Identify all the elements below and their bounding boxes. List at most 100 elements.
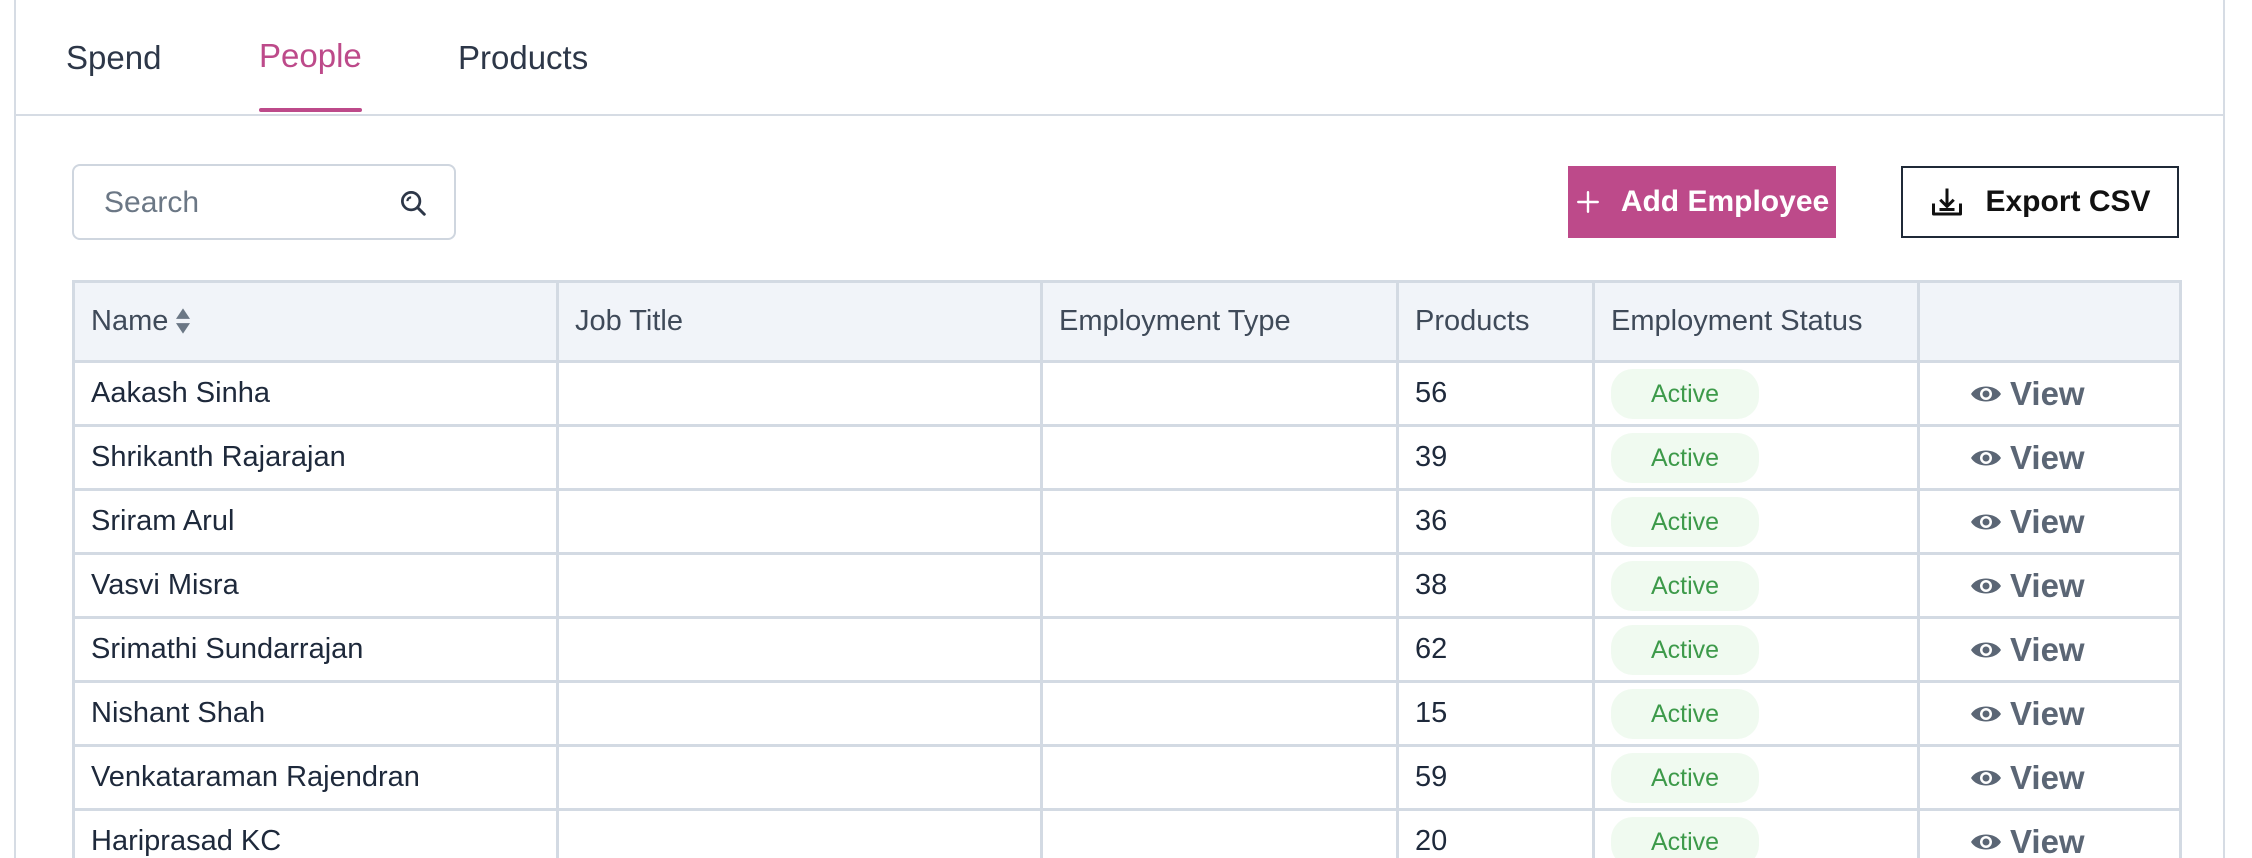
table-row: Shrikanth Rajarajan 39 Active View [72, 424, 2182, 491]
column-header-actions [1917, 280, 2182, 363]
table-row: Srimathi Sundarrajan 62 Active View [72, 616, 2182, 683]
cell-job-title [556, 616, 1043, 683]
eye-icon [1971, 578, 2001, 593]
cell-job-title [556, 744, 1043, 811]
view-button[interactable]: View [1970, 375, 2085, 413]
cell-employment-type [1040, 424, 1399, 491]
people-panel: Spend People Products Add Employee Expor… [14, 0, 2225, 858]
view-button[interactable]: View [1970, 439, 2085, 477]
cell-name: Nishant Shah [72, 680, 559, 747]
view-button[interactable]: View [1970, 631, 2085, 669]
status-badge: Active [1611, 688, 1760, 739]
cell-actions: View [1917, 488, 2182, 555]
view-button[interactable]: View [1970, 759, 2085, 797]
view-label: View [2010, 694, 2085, 732]
cell-job-title [556, 552, 1043, 619]
view-label: View [2010, 502, 2085, 540]
status-badge: Active [1611, 432, 1760, 483]
cell-employment-type [1040, 616, 1399, 683]
status-badge: Active [1611, 752, 1760, 803]
search-input[interactable] [104, 180, 394, 226]
table-row: Aakash Sinha 56 Active View [72, 360, 2182, 427]
status-badge: Active [1611, 816, 1760, 858]
table-row: Venkataraman Rajendran 59 Active View [72, 744, 2182, 811]
status-badge: Active [1611, 368, 1760, 419]
cell-employment-status: Active [1592, 808, 1920, 858]
view-button[interactable]: View [1970, 567, 2085, 605]
column-header-name[interactable]: Name [72, 280, 559, 363]
column-header-job-title: Job Title [556, 280, 1043, 363]
cell-employment-type [1040, 552, 1399, 619]
tab-products[interactable]: Products [458, 38, 588, 78]
cell-products: 62 [1396, 616, 1595, 683]
cell-employment-status: Active [1592, 616, 1920, 683]
search-icon[interactable] [398, 188, 428, 218]
add-employee-button[interactable]: Add Employee [1568, 166, 1836, 238]
cell-employment-status: Active [1592, 744, 1920, 811]
table-row: Sriram Arul 36 Active View [72, 488, 2182, 555]
sort-icon[interactable] [174, 307, 192, 335]
view-button[interactable]: View [1970, 823, 2085, 858]
people-table: Name Job Title Employment Type Products … [72, 280, 2182, 858]
cell-employment-type [1040, 808, 1399, 858]
table-header-row: Name Job Title Employment Type Products … [72, 280, 2182, 363]
export-csv-label: Export CSV [1985, 185, 2151, 218]
status-badge: Active [1611, 560, 1760, 611]
export-csv-button[interactable]: Export CSV [1901, 166, 2179, 238]
cell-employment-type [1040, 360, 1399, 427]
view-button[interactable]: View [1970, 695, 2085, 733]
eye-icon [1971, 642, 2001, 657]
download-icon [1932, 188, 1963, 216]
cell-job-title [556, 808, 1043, 858]
column-header-products: Products [1396, 280, 1595, 363]
cell-actions: View [1917, 360, 2182, 427]
tab-bar: Spend People Products [16, 0, 2223, 116]
cell-products: 39 [1396, 424, 1595, 491]
cell-actions: View [1917, 680, 2182, 747]
cell-job-title [556, 424, 1043, 491]
cell-employment-type [1040, 488, 1399, 555]
cell-name: Sriram Arul [72, 488, 559, 555]
tab-spend[interactable]: Spend [66, 38, 161, 78]
eye-icon [1971, 706, 2001, 721]
search-box [72, 164, 456, 240]
tab-people[interactable]: People [259, 36, 362, 112]
view-label: View [2010, 630, 2085, 668]
cell-products: 38 [1396, 552, 1595, 619]
cell-name: Vasvi Misra [72, 552, 559, 619]
column-header-employment-type: Employment Type [1040, 280, 1399, 363]
cell-job-title [556, 488, 1043, 555]
cell-actions: View [1917, 552, 2182, 619]
cell-employment-status: Active [1592, 680, 1920, 747]
cell-employment-type [1040, 680, 1399, 747]
cell-name: Venkataraman Rajendran [72, 744, 559, 811]
cell-products: 59 [1396, 744, 1595, 811]
status-badge: Active [1611, 496, 1760, 547]
eye-icon [1971, 386, 2001, 401]
cell-products: 20 [1396, 808, 1595, 858]
status-badge: Active [1611, 624, 1760, 675]
add-employee-label: Add Employee [1620, 185, 1830, 218]
cell-products: 56 [1396, 360, 1595, 427]
view-label: View [2010, 758, 2085, 796]
cell-actions: View [1917, 744, 2182, 811]
cell-actions: View [1917, 424, 2182, 491]
cell-employment-status: Active [1592, 360, 1920, 427]
cell-actions: View [1917, 808, 2182, 858]
view-label: View [2010, 566, 2085, 604]
eye-icon [1971, 834, 2001, 849]
cell-name: Srimathi Sundarrajan [72, 616, 559, 683]
table-row: Nishant Shah 15 Active View [72, 680, 2182, 747]
cell-name: Hariprasad KC [72, 808, 559, 858]
cell-employment-type [1040, 744, 1399, 811]
cell-products: 36 [1396, 488, 1595, 555]
cell-name: Aakash Sinha [72, 360, 559, 427]
view-label: View [2010, 374, 2085, 412]
view-label: View [2010, 822, 2085, 858]
cell-job-title [556, 680, 1043, 747]
cell-job-title [556, 360, 1043, 427]
view-button[interactable]: View [1970, 503, 2085, 541]
column-header-name-label: Name [91, 305, 169, 337]
view-label: View [2010, 438, 2085, 476]
cell-employment-status: Active [1592, 552, 1920, 619]
